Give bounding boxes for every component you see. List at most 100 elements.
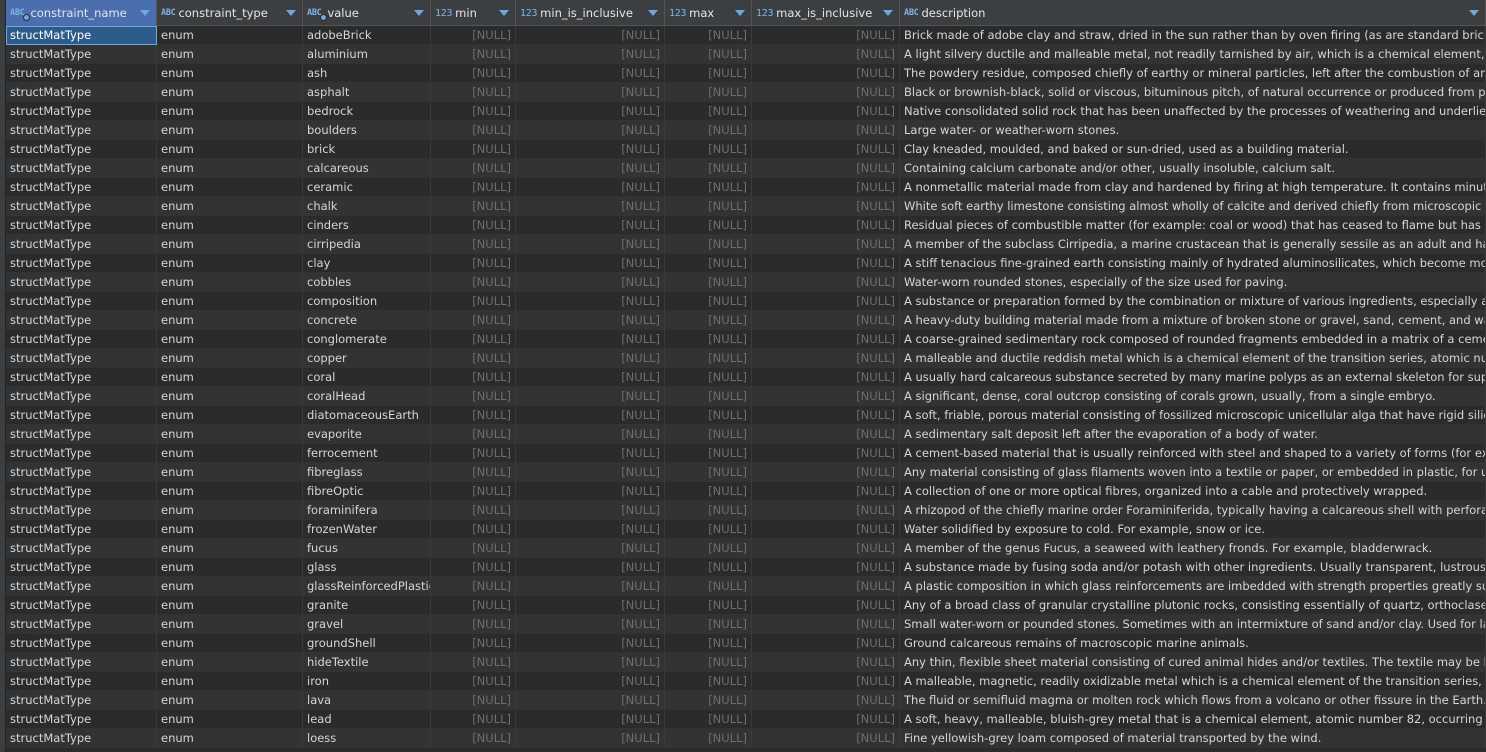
cell-max[interactable]: [NULL] — [665, 83, 752, 102]
cell-min-is-inclusive[interactable]: [NULL] — [516, 178, 665, 197]
cell-max-is-inclusive[interactable]: [NULL] — [752, 634, 900, 653]
cell-min-is-inclusive[interactable]: [NULL] — [516, 615, 665, 634]
cell-max[interactable]: [NULL] — [665, 292, 752, 311]
cell-constraint-type[interactable]: enum — [157, 178, 303, 197]
cell-constraint-type[interactable]: enum — [157, 349, 303, 368]
cell-min[interactable]: [NULL] — [431, 691, 516, 710]
cell-description[interactable]: Residual pieces of combustible matter (f… — [900, 216, 1486, 235]
cell-constraint-name[interactable]: structMatType — [6, 102, 157, 121]
table-row[interactable]: structMatType enum clay [NULL] [NULL] [NULL][… — [6, 254, 1486, 273]
cell-value[interactable]: lead — [303, 710, 431, 729]
cell-max[interactable]: [NULL] — [665, 653, 752, 672]
cell-constraint-type[interactable]: enum — [157, 482, 303, 501]
column-header-constraint-type[interactable]: ABC constraint_type — [157, 0, 303, 26]
cell-min-is-inclusive[interactable]: [NULL] — [516, 406, 665, 425]
cell-max-is-inclusive[interactable]: [NULL] — [752, 463, 900, 482]
cell-value[interactable]: groundShell — [303, 634, 431, 653]
cell-constraint-name[interactable]: structMatType — [6, 729, 157, 748]
cell-constraint-type[interactable]: enum — [157, 197, 303, 216]
column-header-max[interactable]: 123 max — [665, 0, 752, 26]
cell-max-is-inclusive[interactable]: [NULL] — [752, 653, 900, 672]
cell-constraint-type[interactable]: enum — [157, 710, 303, 729]
table-row[interactable]: structMatType enum adobeBrick [NULL] [NULL][… — [6, 26, 1486, 45]
cell-constraint-type[interactable]: enum — [157, 83, 303, 102]
cell-value[interactable]: adobeBrick — [303, 26, 431, 45]
cell-min-is-inclusive[interactable]: [NULL] — [516, 197, 665, 216]
cell-min[interactable]: [NULL] — [431, 178, 516, 197]
cell-min-is-inclusive[interactable]: [NULL] — [516, 482, 665, 501]
cell-min[interactable]: [NULL] — [431, 729, 516, 748]
cell-max-is-inclusive[interactable]: [NULL] — [752, 615, 900, 634]
table-row[interactable]: structMatType enum coral [NULL] [NULL] [NULL]… — [6, 368, 1486, 387]
cell-constraint-name[interactable]: structMatType — [6, 83, 157, 102]
cell-constraint-type[interactable]: enum — [157, 387, 303, 406]
cell-min-is-inclusive[interactable]: [NULL] — [516, 387, 665, 406]
cell-constraint-type[interactable]: enum — [157, 235, 303, 254]
cell-min[interactable]: [NULL] — [431, 83, 516, 102]
cell-max-is-inclusive[interactable]: [NULL] — [752, 102, 900, 121]
cell-constraint-name[interactable]: structMatType — [6, 387, 157, 406]
cell-value[interactable]: glassReinforcedPlastic — [303, 577, 431, 596]
cell-min[interactable]: [NULL] — [431, 140, 516, 159]
cell-max-is-inclusive[interactable]: [NULL] — [752, 387, 900, 406]
cell-description[interactable]: A malleable and ductile reddish metal wh… — [900, 349, 1486, 368]
cell-max-is-inclusive[interactable]: [NULL] — [752, 368, 900, 387]
cell-constraint-name[interactable]: structMatType — [6, 121, 157, 140]
cell-value[interactable]: iron — [303, 672, 431, 691]
cell-value[interactable]: granite — [303, 596, 431, 615]
sort-dropdown-icon[interactable] — [414, 10, 424, 16]
cell-min[interactable]: [NULL] — [431, 387, 516, 406]
cell-value[interactable]: clay — [303, 254, 431, 273]
cell-max[interactable]: [NULL] — [665, 178, 752, 197]
table-row[interactable]: structMatType enum gravel [NULL] [NULL] [NULL… — [6, 615, 1486, 634]
table-row[interactable]: structMatType enum glassReinforcedPlastic[… — [6, 577, 1486, 596]
cell-value[interactable]: foraminifera — [303, 501, 431, 520]
cell-min-is-inclusive[interactable]: [NULL] — [516, 596, 665, 615]
cell-max[interactable]: [NULL] — [665, 615, 752, 634]
table-row[interactable]: structMatType enum aluminium [NULL] [NULL] [N… — [6, 45, 1486, 64]
cell-min[interactable]: [NULL] — [431, 330, 516, 349]
cell-constraint-name[interactable]: structMatType — [6, 178, 157, 197]
cell-constraint-name[interactable]: structMatType — [6, 26, 157, 45]
table-row[interactable]: structMatType enum composition [NULL] [NULL]… — [6, 292, 1486, 311]
cell-constraint-name[interactable]: structMatType — [6, 330, 157, 349]
cell-constraint-type[interactable]: enum — [157, 273, 303, 292]
cell-description[interactable]: A soft, heavy, malleable, bluish-grey me… — [900, 710, 1486, 729]
column-header-min-is-inclusive[interactable]: 123 min_is_inclusive — [516, 0, 665, 26]
cell-max[interactable]: [NULL] — [665, 216, 752, 235]
cell-value[interactable]: copper — [303, 349, 431, 368]
cell-value[interactable]: coralHead — [303, 387, 431, 406]
cell-value[interactable]: ash — [303, 64, 431, 83]
cell-constraint-name[interactable]: structMatType — [6, 197, 157, 216]
cell-min-is-inclusive[interactable]: [NULL] — [516, 710, 665, 729]
table-row[interactable]: structMatType enum lava [NULL] [NULL] [NULL][… — [6, 691, 1486, 710]
cell-constraint-type[interactable]: enum — [157, 121, 303, 140]
cell-min-is-inclusive[interactable]: [NULL] — [516, 577, 665, 596]
cell-min[interactable]: [NULL] — [431, 520, 516, 539]
table-row[interactable]: structMatType enum chalk [NULL] [NULL] [NULL]… — [6, 197, 1486, 216]
sort-dropdown-icon[interactable] — [735, 10, 745, 16]
table-row[interactable]: structMatType enum conglomerate [NULL] [NULL… — [6, 330, 1486, 349]
cell-constraint-type[interactable]: enum — [157, 216, 303, 235]
cell-min[interactable]: [NULL] — [431, 710, 516, 729]
cell-description[interactable]: The fluid or semifluid magma or molten r… — [900, 691, 1486, 710]
cell-min[interactable]: [NULL] — [431, 444, 516, 463]
column-header-constraint-name[interactable]: ABC constraint_name — [6, 0, 157, 26]
table-row[interactable]: structMatType enum calcareous [NULL] [NULL][… — [6, 159, 1486, 178]
cell-max[interactable]: [NULL] — [665, 520, 752, 539]
cell-constraint-name[interactable]: structMatType — [6, 425, 157, 444]
cell-max[interactable]: [NULL] — [665, 444, 752, 463]
results-grid[interactable]: ABC constraint_name ABC constraint_type ABC v… — [0, 0, 1486, 752]
cell-constraint-name[interactable]: structMatType — [6, 64, 157, 83]
cell-description[interactable]: A malleable, magnetic, readily oxidizabl… — [900, 672, 1486, 691]
cell-min[interactable]: [NULL] — [431, 102, 516, 121]
cell-min-is-inclusive[interactable]: [NULL] — [516, 45, 665, 64]
cell-max-is-inclusive[interactable]: [NULL] — [752, 216, 900, 235]
cell-description[interactable]: Any material consisting of glass filamen… — [900, 463, 1486, 482]
sort-dropdown-icon[interactable] — [286, 10, 296, 16]
cell-min-is-inclusive[interactable]: [NULL] — [516, 653, 665, 672]
cell-max[interactable]: [NULL] — [665, 45, 752, 64]
table-row[interactable]: structMatType enum cobbles [NULL] [NULL] [NUL… — [6, 273, 1486, 292]
cell-min-is-inclusive[interactable]: [NULL] — [516, 368, 665, 387]
cell-min[interactable]: [NULL] — [431, 254, 516, 273]
